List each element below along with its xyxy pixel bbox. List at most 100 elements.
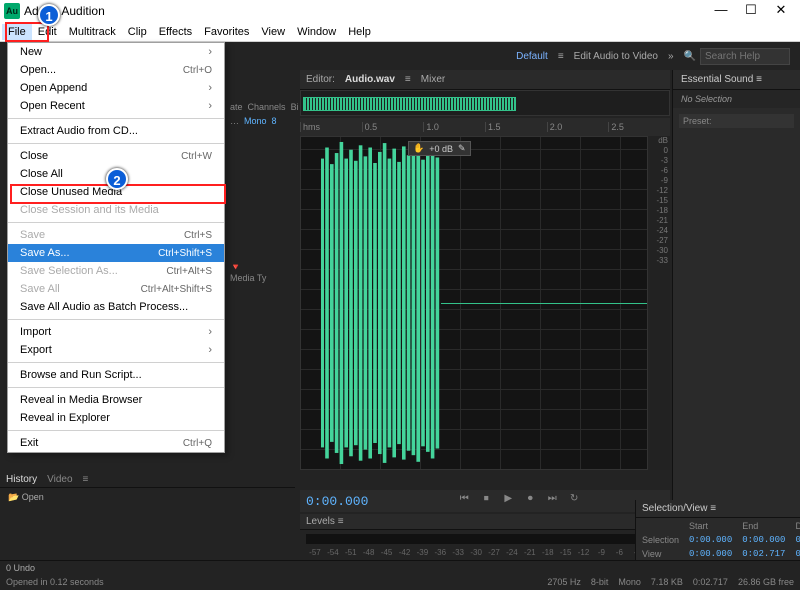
waveform-display[interactable]	[300, 136, 648, 470]
menu-help[interactable]: Help	[342, 24, 377, 40]
annotation-marker-1: 1	[38, 4, 60, 26]
menu-item-open[interactable]: Open...Ctrl+O	[8, 61, 224, 79]
media-type-label: Media Ty	[230, 273, 266, 283]
overview-waveform[interactable]	[300, 90, 670, 116]
status-file-size: 7.18 KB	[651, 577, 683, 587]
panel-menu-icon[interactable]: ≡	[756, 74, 762, 85]
close-button[interactable]: ✕	[766, 0, 796, 22]
video-tab[interactable]: Video	[47, 474, 72, 485]
search-icon: 🔍	[684, 51, 696, 62]
undo-count: 0 Undo	[6, 563, 35, 573]
panel-menu-icon[interactable]: ≡	[710, 503, 716, 514]
submenu-arrow-icon: ›	[208, 100, 212, 112]
workspace-menu-icon[interactable]: ≡	[558, 51, 564, 62]
menu-clip[interactable]: Clip	[122, 24, 153, 40]
workspace-bar: Default ≡ Edit Audio to Video » 🔍	[230, 42, 800, 70]
ruler-tick: 2.5	[608, 122, 670, 132]
essential-sound-title: Essential Sound	[681, 74, 753, 85]
history-panel: History Video ≡ 📂 Open	[0, 472, 295, 560]
filter-icon[interactable]: 🔻	[230, 262, 241, 272]
menu-item-save-batch[interactable]: Save All Audio as Batch Process...	[8, 298, 224, 316]
menu-item-import[interactable]: Import›	[8, 323, 224, 341]
panel-menu-icon[interactable]: ≡	[83, 474, 89, 485]
panel-menu-icon[interactable]: ≡	[338, 516, 344, 527]
transport-loop-button[interactable]: ↻	[566, 493, 582, 509]
status-opened: Opened in 0.12 seconds	[6, 577, 104, 587]
selection-view-panel: Selection/View ≡ StartEndDuration Select…	[635, 500, 800, 560]
status-disk-free: 26.86 GB free	[738, 577, 794, 587]
menu-favorites[interactable]: Favorites	[198, 24, 255, 40]
history-item-open[interactable]: Open	[22, 492, 44, 502]
status-channels: Mono	[618, 577, 641, 587]
menu-item-extract-cd[interactable]: Extract Audio from CD...	[8, 122, 224, 140]
menu-item-save-selection: Save Selection As...Ctrl+Alt+S	[8, 262, 224, 280]
menu-item-open-recent[interactable]: Open Recent›	[8, 97, 224, 115]
menubar: File Edit Multitrack Clip Effects Favori…	[0, 22, 800, 42]
menu-multitrack[interactable]: Multitrack	[63, 24, 122, 40]
edit-tool-icon[interactable]: ✎	[458, 143, 466, 154]
titlebar: Au Adobe Audition — ☐ ✕	[0, 0, 800, 22]
minimize-button[interactable]: —	[706, 0, 736, 22]
level-meter	[306, 534, 664, 544]
menu-item-close-session: Close Session and its Media	[8, 201, 224, 219]
media-types: 🔻 Media Ty	[230, 262, 266, 283]
transport-stop-button[interactable]: ⏹	[478, 493, 494, 509]
levels-panel: Levels ≡ -57-54-51-48-45-42-39-36-33-30-…	[300, 514, 670, 560]
workspace-default[interactable]: Default	[516, 51, 548, 62]
menu-item-exit[interactable]: ExitCtrl+Q	[8, 434, 224, 452]
volume-readout[interactable]: +0 dB	[429, 144, 453, 154]
playhead-time[interactable]: 0:00.000	[306, 494, 368, 509]
menu-item-close[interactable]: CloseCtrl+W	[8, 147, 224, 165]
ruler-tick: 1.0	[423, 122, 485, 132]
submenu-arrow-icon: ›	[208, 326, 212, 338]
levels-title: Levels	[306, 516, 335, 527]
menu-view[interactable]: View	[255, 24, 291, 40]
transport-record-button[interactable]: ⏺	[522, 493, 538, 509]
menu-item-open-append[interactable]: Open Append›	[8, 79, 224, 97]
time-ruler[interactable]: hms 0.5 1.0 1.5 2.0 2.5	[300, 118, 670, 136]
transport-bar: 0:00.000 ⏮ ⏹ ▶ ⏺ ⏭ ↻	[300, 490, 670, 512]
menu-item-save: SaveCtrl+S	[8, 226, 224, 244]
selection-view-title: Selection/View	[642, 503, 707, 514]
ruler-tick: 0.5	[362, 122, 424, 132]
menu-item-new[interactable]: New›	[8, 43, 224, 61]
menu-item-save-all: Save AllCtrl+Alt+Shift+S	[8, 280, 224, 298]
statusbar: 0 Undo Opened in 0.12 seconds 2705 Hz 8-…	[0, 560, 800, 590]
transport-next-button[interactable]: ⏭	[544, 493, 560, 509]
no-selection-label: No Selection	[673, 90, 800, 108]
transport-prev-button[interactable]: ⏮	[456, 493, 472, 509]
file-properties: ate Channels Bi … Mono 8	[230, 100, 300, 128]
menu-window[interactable]: Window	[291, 24, 342, 40]
menu-item-reveal-media[interactable]: Reveal in Media Browser	[8, 391, 224, 409]
hand-tool-icon[interactable]: ✋	[413, 143, 424, 154]
app-icon: Au	[4, 3, 20, 19]
workspace-edit-av[interactable]: Edit Audio to Video	[574, 51, 658, 62]
history-tab[interactable]: History	[6, 474, 37, 485]
editor-filename[interactable]: Audio.wav	[345, 74, 395, 85]
ruler-tick: 2.0	[547, 122, 609, 132]
status-sample-rate: 2705 Hz	[547, 577, 581, 587]
editor-panel-header: Editor: Audio.wav ≡ Mixer	[300, 70, 670, 90]
menu-item-export[interactable]: Export›	[8, 341, 224, 359]
workspace-more[interactable]: »	[668, 51, 674, 62]
menu-item-save-as[interactable]: Save As...Ctrl+Shift+S	[8, 244, 224, 262]
annotation-marker-2: 2	[106, 168, 128, 190]
menu-item-browse-script[interactable]: Browse and Run Script...	[8, 366, 224, 384]
menu-file[interactable]: File	[2, 24, 32, 40]
mixer-tab[interactable]: Mixer	[421, 74, 445, 85]
menu-item-reveal-explorer[interactable]: Reveal in Explorer	[8, 409, 224, 427]
hud-toolbar: ✋ +0 dB ✎	[408, 141, 471, 156]
status-duration: 0:02.717	[693, 577, 728, 587]
db-scale: dB0-3-6-9-12-15-18-21-24-27-30-33	[650, 136, 670, 470]
editor-menu-icon[interactable]: ≡	[405, 74, 411, 85]
preset-dropdown[interactable]: Preset:	[679, 114, 794, 128]
ruler-tick: 1.5	[485, 122, 547, 132]
submenu-arrow-icon: ›	[208, 82, 212, 94]
transport-play-button[interactable]: ▶	[500, 493, 516, 509]
file-menu-dropdown: New› Open...Ctrl+O Open Append› Open Rec…	[7, 42, 225, 453]
maximize-button[interactable]: ☐	[736, 0, 766, 22]
ruler-unit: hms	[300, 122, 362, 132]
submenu-arrow-icon: ›	[208, 344, 212, 356]
menu-effects[interactable]: Effects	[153, 24, 198, 40]
search-help-input[interactable]	[700, 48, 790, 65]
